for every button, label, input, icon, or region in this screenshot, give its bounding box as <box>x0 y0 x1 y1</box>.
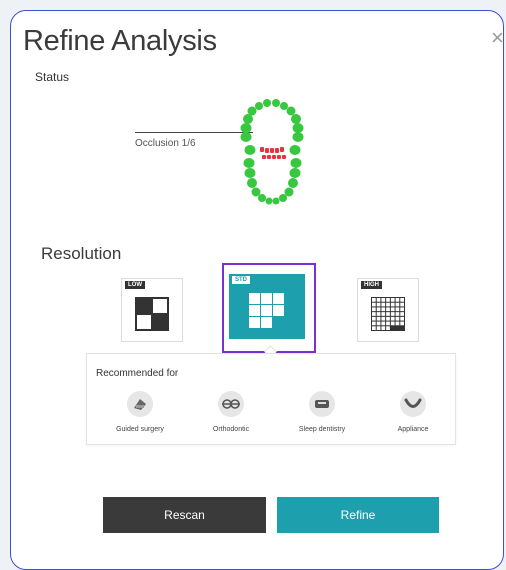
recommended-item-guided-surgery: Guided surgery <box>100 391 180 433</box>
close-icon[interactable]: × <box>491 25 503 51</box>
recommended-item-appliance: Appliance <box>373 391 453 433</box>
resolution-tag: STD <box>232 276 250 284</box>
resolution-low-option[interactable]: LOW <box>121 278 183 342</box>
dialog-title: Refine Analysis <box>23 25 217 57</box>
lower-arch-teeth <box>243 145 302 205</box>
sleep-dentistry-icon <box>309 391 335 417</box>
recommended-item-orthodontic: Orthodontic <box>191 391 271 433</box>
resolution-tag: LOW <box>125 281 145 289</box>
resolution-high-option[interactable]: HIGH <box>357 278 419 342</box>
rescan-button[interactable]: Rescan <box>103 497 266 533</box>
recommended-item-label: Sleep dentistry <box>298 426 346 433</box>
resolution-std-option[interactable]: STD <box>229 274 305 339</box>
refine-button[interactable]: Refine <box>277 497 439 533</box>
recommended-item-sleep-dentistry: Sleep dentistry <box>282 391 362 433</box>
recommended-item-label: Guided surgery <box>116 426 164 433</box>
low-grid-icon <box>135 297 169 331</box>
upper-arch-teeth <box>240 99 304 142</box>
appliance-icon <box>400 391 426 417</box>
recommended-panel: Recommended for Guided surgery Orthodont… <box>86 353 456 445</box>
resolution-tag: HIGH <box>361 281 382 289</box>
status-label: Status <box>35 70 70 84</box>
high-grid-icon <box>371 297 405 331</box>
occlusion-label: Occlusion 1/6 <box>135 138 196 149</box>
dental-arch-diagram <box>240 99 304 205</box>
recommended-item-label: Appliance <box>397 426 429 433</box>
occlusion-pointer-line <box>135 132 253 133</box>
orthodontic-icon <box>218 391 244 417</box>
occlusion-contact-teeth <box>260 147 286 159</box>
guided-surgery-icon <box>127 391 153 417</box>
resolution-title: Resolution <box>41 244 122 263</box>
recommended-title: Recommended for <box>96 368 179 379</box>
refine-analysis-dialog: Refine Analysis × Status Occlusion 1/6 R… <box>10 10 504 570</box>
resolution-std-selection[interactable]: STD <box>222 263 316 353</box>
recommended-item-label: Orthodontic <box>212 426 250 433</box>
std-grid-icon <box>249 293 284 328</box>
